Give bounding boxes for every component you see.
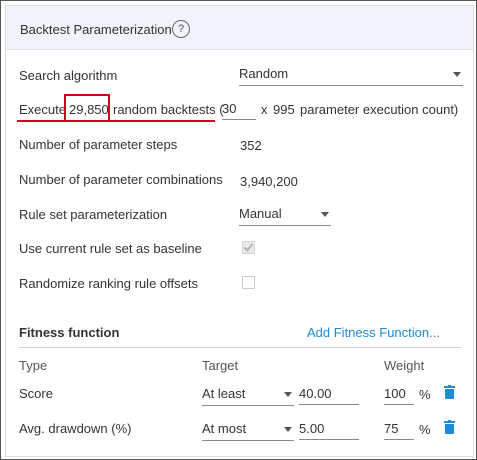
rule-set-param-select[interactable]: Manual	[239, 204, 331, 226]
randomize-label: Randomize ranking rule offsets	[19, 276, 198, 291]
caret-down-icon	[284, 392, 292, 397]
trash-body	[445, 389, 454, 399]
trash-icon[interactable]	[444, 420, 455, 434]
execution-count-value: 995	[273, 102, 295, 117]
fitness-row-value-input[interactable]: 5.00	[299, 418, 359, 440]
column-type: Type	[19, 358, 48, 373]
add-fitness-function-link[interactable]: Add Fitness Function...	[307, 325, 440, 340]
rule-set-param-value: Manual	[239, 206, 282, 221]
app-frame: Backtest Parameterization ? Search algor…	[0, 0, 477, 460]
use-current-checkbox[interactable]	[242, 241, 255, 254]
fitness-row-weight-input[interactable]: 100	[384, 383, 414, 405]
use-current-label: Use current rule set as baseline	[19, 241, 202, 256]
backtest-panel: Backtest Parameterization ? Search algor…	[5, 5, 474, 457]
fitness-row-target-select[interactable]: At least	[202, 384, 294, 406]
randomize-checkbox[interactable]	[242, 276, 255, 289]
search-algorithm-label: Search algorithm	[19, 68, 118, 83]
parameter-combinations-label: Number of parameter combinations	[19, 172, 223, 187]
fitness-row-type: Score	[19, 386, 53, 401]
panel-title: Backtest Parameterization	[20, 22, 172, 37]
trash-icon[interactable]	[444, 385, 455, 399]
execute-prefix: Execute	[19, 102, 66, 117]
fitness-row-target-select[interactable]: At most	[202, 419, 294, 441]
rule-set-param-label: Rule set parameterization	[19, 207, 168, 222]
count-highlight-box	[64, 94, 110, 122]
question-circle-icon[interactable]: ?	[172, 20, 190, 38]
divider	[19, 347, 461, 348]
check-icon	[243, 241, 254, 252]
parameter-combinations-value: 3,940,200	[240, 174, 298, 189]
execute-middle-text: random backtests (	[113, 102, 224, 117]
red-underline-annotation	[17, 120, 215, 122]
parameter-steps-value: 352	[240, 138, 262, 153]
trash-lid	[444, 386, 455, 388]
fitness-row-type: Avg. drawdown (%)	[19, 421, 132, 436]
parameter-steps-label: Number of parameter steps	[19, 137, 178, 152]
caret-down-icon	[453, 72, 461, 77]
fitness-row-target: At most	[202, 421, 247, 436]
fitness-row-value-input[interactable]: 40.00	[299, 383, 359, 405]
fitness-row-target: At least	[202, 386, 246, 401]
execute-suffix: parameter execution count)	[300, 102, 459, 117]
fitness-row-weight-input[interactable]: 75	[384, 418, 414, 440]
fitness-function-title: Fitness function	[19, 325, 120, 340]
caret-down-icon	[284, 427, 292, 432]
search-algorithm-value: Random	[239, 66, 289, 81]
caret-down-icon	[321, 212, 329, 217]
search-algorithm-select[interactable]: Random	[239, 64, 463, 86]
trash-body	[445, 424, 454, 434]
panel-header: Backtest Parameterization ?	[6, 6, 473, 50]
weight-unit: %	[419, 387, 431, 402]
column-target: Target	[202, 358, 239, 373]
column-weight: Weight	[384, 358, 425, 373]
trash-lid	[444, 421, 455, 423]
multiplier-input[interactable]: 30	[222, 98, 256, 120]
times-sign: x	[261, 102, 268, 117]
weight-unit: %	[419, 422, 431, 437]
